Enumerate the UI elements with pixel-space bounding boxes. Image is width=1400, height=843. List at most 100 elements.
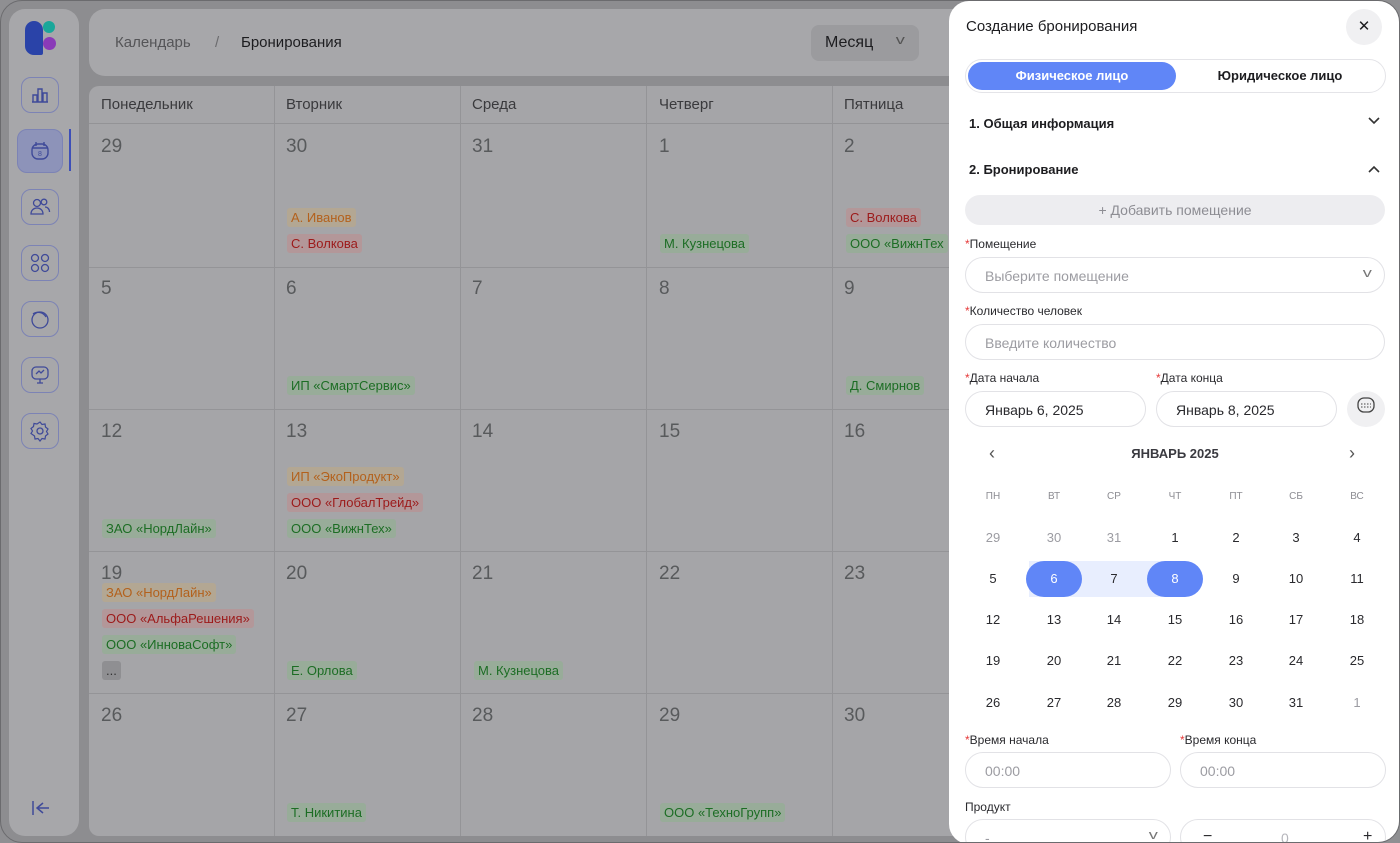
day-cell-number[interactable]: 29 xyxy=(659,705,680,727)
mini-calendar-day[interactable]: 7 xyxy=(1086,561,1142,597)
booking-event[interactable]: ООО «АльфаРешения» xyxy=(102,609,254,628)
mini-calendar-day[interactable]: 26 xyxy=(965,685,1021,721)
section-general-info[interactable]: 1. Общая информация xyxy=(969,116,1114,131)
toggle-legal-entity[interactable]: Юридическое лицо xyxy=(1178,62,1382,90)
clients-icon[interactable] xyxy=(21,189,59,225)
start-time-input[interactable]: 00:00 xyxy=(965,752,1171,788)
mini-calendar-day[interactable]: 13 xyxy=(1026,602,1082,638)
mini-calendar-day[interactable]: 4 xyxy=(1329,520,1385,556)
booking-event[interactable]: А. Иванов xyxy=(287,208,356,227)
mini-calendar-day[interactable]: 20 xyxy=(1026,643,1082,679)
booking-event[interactable]: ООО «ВижнТех» xyxy=(287,519,396,538)
booking-event[interactable]: ООО «ВижнТех xyxy=(846,234,948,253)
mini-calendar-day[interactable]: 30 xyxy=(1026,520,1082,556)
bookings-icon[interactable]: 8 xyxy=(17,129,63,173)
booking-event[interactable]: Е. Орлова xyxy=(287,661,357,680)
mini-calendar-day[interactable]: 10 xyxy=(1268,561,1324,597)
day-cell-number[interactable]: 6 xyxy=(286,278,297,300)
mini-calendar-day[interactable]: 28 xyxy=(1086,685,1142,721)
day-cell-number[interactable]: 30 xyxy=(286,136,307,158)
logout-icon[interactable] xyxy=(29,797,53,821)
day-cell-number[interactable]: 22 xyxy=(659,563,680,585)
end-date-input[interactable]: Январь 8, 2025 xyxy=(1156,391,1337,427)
mini-calendar-day[interactable]: 17 xyxy=(1268,602,1324,638)
minus-icon[interactable]: − xyxy=(1203,828,1212,842)
mini-calendar-day[interactable]: 3 xyxy=(1268,520,1324,556)
booking-event[interactable]: ЗАО «НордЛайн» xyxy=(102,583,216,602)
mini-calendar-day[interactable]: 1 xyxy=(1147,520,1203,556)
mini-calendar-day[interactable]: 29 xyxy=(1147,685,1203,721)
day-cell-number[interactable]: 2 xyxy=(844,136,855,158)
mini-calendar-day[interactable]: 25 xyxy=(1329,643,1385,679)
room-select[interactable]: Выберите помещение v xyxy=(965,257,1385,293)
day-cell-number[interactable]: 1 xyxy=(659,136,670,158)
settings-icon[interactable] xyxy=(21,413,59,449)
mini-calendar-day[interactable]: 15 xyxy=(1147,602,1203,638)
booking-event[interactable]: ООО «ТехноГрупп» xyxy=(660,803,786,822)
mini-calendar-day[interactable]: 16 xyxy=(1208,602,1264,638)
view-mode-select[interactable]: Месяц v xyxy=(811,25,919,61)
booking-event[interactable]: ООО «ГлобалТрейд» xyxy=(287,493,424,512)
booking-event[interactable]: М. Кузнецова xyxy=(660,234,750,253)
mini-calendar-day[interactable]: 19 xyxy=(965,643,1021,679)
analytics-icon[interactable] xyxy=(21,77,59,113)
mini-calendar-day[interactable]: 23 xyxy=(1208,643,1264,679)
day-cell-number[interactable]: 23 xyxy=(844,563,865,585)
booking-event[interactable]: С. Волкова xyxy=(287,234,362,253)
booking-event[interactable]: ИП «СмартСервис» xyxy=(287,376,415,395)
next-month-icon[interactable]: › xyxy=(1349,443,1355,464)
day-cell-number[interactable]: 19 xyxy=(101,563,122,585)
booking-event[interactable]: Т. Никитина xyxy=(287,803,366,822)
mini-calendar-day[interactable]: 27 xyxy=(1026,685,1082,721)
mini-calendar-day[interactable]: 11 xyxy=(1329,561,1385,597)
breadcrumb-calendar[interactable]: Календарь xyxy=(115,34,191,51)
quantity-value[interactable]: 0 xyxy=(1281,830,1289,842)
day-cell-number[interactable]: 14 xyxy=(472,421,493,443)
mini-calendar-day[interactable]: 21 xyxy=(1086,643,1142,679)
mini-calendar-day[interactable]: 22 xyxy=(1147,643,1203,679)
more-events-button[interactable]: ... xyxy=(102,661,121,680)
day-cell-number[interactable]: 16 xyxy=(844,421,865,443)
chevron-up-icon[interactable] xyxy=(1367,163,1381,177)
section-booking[interactable]: 2. Бронирование xyxy=(969,162,1079,177)
mini-calendar-day[interactable]: 18 xyxy=(1329,602,1385,638)
people-count-input[interactable]: Введите количество xyxy=(965,324,1385,360)
day-cell-number[interactable]: 31 xyxy=(472,136,493,158)
mini-calendar-day[interactable]: 6 xyxy=(1026,561,1082,597)
booking-event[interactable]: ИП «ЭкоПродукт» xyxy=(287,467,404,486)
calendar-toggle-button[interactable] xyxy=(1347,391,1385,427)
plus-icon[interactable]: + xyxy=(1363,828,1372,842)
mini-calendar-day[interactable]: 29 xyxy=(965,520,1021,556)
apps-grid-icon[interactable] xyxy=(21,245,59,281)
orbit-icon[interactable] xyxy=(21,301,59,337)
app-logo[interactable] xyxy=(25,21,57,55)
close-button[interactable]: ✕ xyxy=(1346,9,1382,45)
day-cell-number[interactable]: 9 xyxy=(844,278,855,300)
day-cell-number[interactable]: 15 xyxy=(659,421,680,443)
end-time-input[interactable]: 00:00 xyxy=(1180,752,1386,788)
day-cell-number[interactable]: 30 xyxy=(844,705,865,727)
mini-calendar-day[interactable]: 30 xyxy=(1208,685,1264,721)
chevron-down-icon[interactable] xyxy=(1367,115,1381,129)
toggle-individual[interactable]: Физическое лицо xyxy=(968,62,1176,90)
mini-calendar-day[interactable]: 12 xyxy=(965,602,1021,638)
booking-event[interactable]: С. Волкова xyxy=(846,208,921,227)
mini-calendar-day[interactable]: 24 xyxy=(1268,643,1324,679)
mini-calendar-day[interactable]: 8 xyxy=(1147,561,1203,597)
day-cell-number[interactable]: 21 xyxy=(472,563,493,585)
day-cell-number[interactable]: 12 xyxy=(101,421,122,443)
mini-calendar-day[interactable]: 31 xyxy=(1086,520,1142,556)
start-date-input[interactable]: Январь 6, 2025 xyxy=(965,391,1146,427)
day-cell-number[interactable]: 20 xyxy=(286,563,307,585)
mini-calendar-day[interactable]: 31 xyxy=(1268,685,1324,721)
day-cell-number[interactable]: 29 xyxy=(101,136,122,158)
day-cell-number[interactable]: 13 xyxy=(286,421,307,443)
booking-event[interactable]: ООО «ИнноваСофт» xyxy=(102,635,237,654)
booking-event[interactable]: Д. Смирнов xyxy=(846,376,925,395)
mini-calendar-day[interactable]: 1 xyxy=(1329,685,1385,721)
day-cell-number[interactable]: 27 xyxy=(286,705,307,727)
add-room-button[interactable]: + Добавить помещение xyxy=(965,195,1385,225)
day-cell-number[interactable]: 7 xyxy=(472,278,483,300)
day-cell-number[interactable]: 26 xyxy=(101,705,122,727)
mini-calendar-day[interactable]: 2 xyxy=(1208,520,1264,556)
